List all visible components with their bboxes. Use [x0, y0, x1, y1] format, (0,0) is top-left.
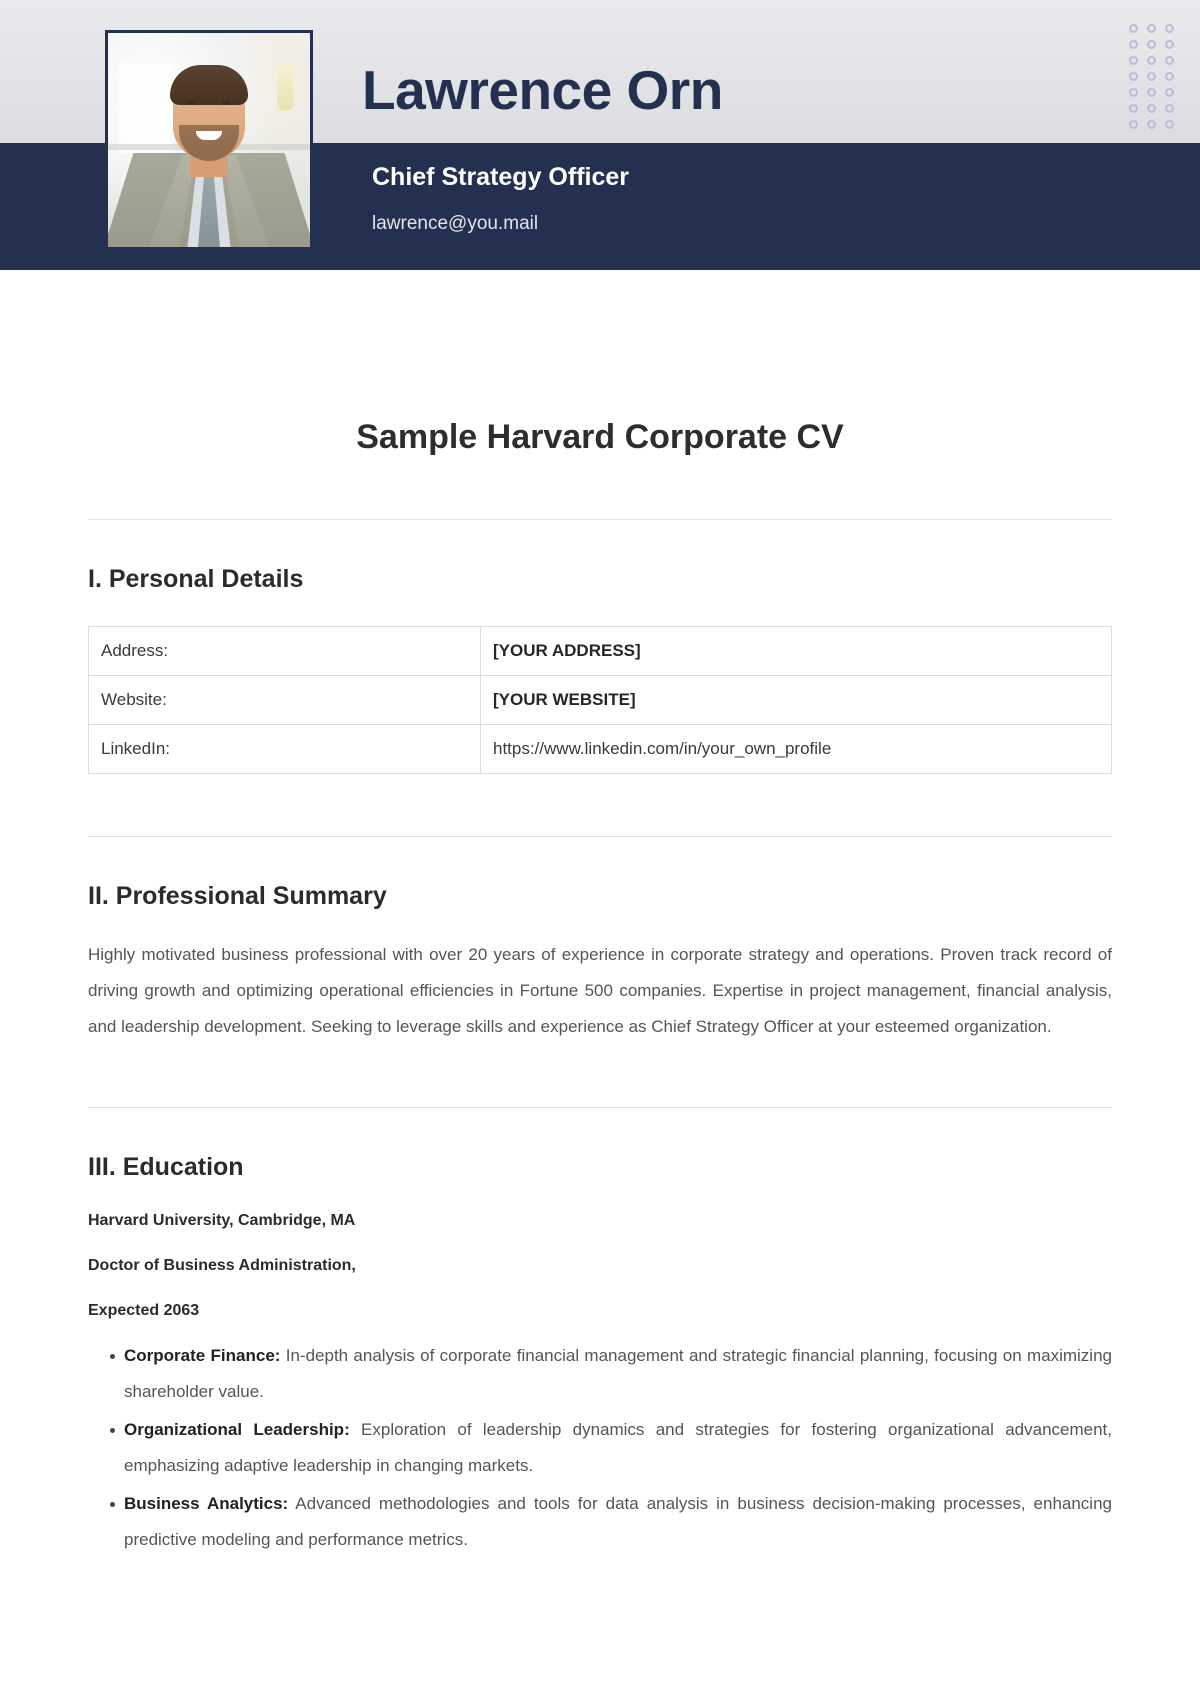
- dot-icon: [1146, 103, 1156, 113]
- profile-photo: [105, 30, 313, 250]
- photo-vase-decor: [277, 63, 293, 111]
- dot-icon: [1146, 119, 1156, 129]
- education-course-list: Corporate Finance: In-depth analysis of …: [88, 1338, 1112, 1558]
- dot-icon: [1146, 23, 1156, 33]
- dot-icon: [1164, 119, 1174, 129]
- photo-eye-left: [187, 101, 195, 105]
- detail-label: Address:: [88, 626, 481, 676]
- divider: [88, 1107, 1112, 1108]
- dot-icon: [1164, 87, 1174, 97]
- dot-icon: [1164, 71, 1174, 81]
- education-institution: Harvard University, Cambridge, MA: [88, 1212, 356, 1229]
- education-degree: Doctor of Business Administration,: [88, 1257, 356, 1274]
- page-title: Sample Harvard Corporate CV: [356, 418, 844, 456]
- table-row: Website: [YOUR WEBSITE]: [88, 675, 1112, 725]
- candidate-name: Lawrence Orn: [362, 59, 723, 121]
- dot-icon: [1128, 39, 1138, 49]
- dot-icon: [1146, 71, 1156, 81]
- divider: [88, 836, 1112, 837]
- detail-value: [YOUR WEBSITE]: [480, 675, 1112, 725]
- detail-label: Website:: [88, 675, 481, 725]
- detail-label: LinkedIn:: [88, 724, 481, 774]
- dot-icon: [1128, 71, 1138, 81]
- dot-icon: [1164, 103, 1174, 113]
- personal-details-body: Address: [YOUR ADDRESS] Website: [YOUR WEBS…: [88, 626, 1112, 774]
- detail-value: [YOUR ADDRESS]: [480, 626, 1112, 676]
- personal-details-table: Address: [YOUR ADDRESS] Website: [YOUR WEBS…: [88, 626, 1112, 774]
- dot-icon: [1164, 55, 1174, 65]
- photo-hair: [170, 65, 248, 105]
- table-row: Address: [YOUR ADDRESS]: [88, 626, 1112, 676]
- dot-icon: [1146, 87, 1156, 97]
- education-expected-year: Expected 2063: [88, 1302, 200, 1319]
- candidate-email: lawrence@you.mail: [372, 213, 539, 234]
- section-heading-professional-summary: II. Professional Summary: [88, 882, 387, 910]
- table-row: LinkedIn: https://www.linkedin.com/in/you…: [88, 724, 1112, 774]
- list-item: Corporate Finance: In-depth analysis of …: [110, 1338, 1112, 1410]
- dot-icon: [1128, 55, 1138, 65]
- dot-icon: [1128, 23, 1138, 33]
- detail-value: https://www.linkedin.com/in/your_own_pro…: [480, 724, 1112, 774]
- cv-document: Sample Harvard Corporate CV I. Personal …: [0, 418, 1200, 1558]
- list-item: Business Analytics: Advanced methodologi…: [110, 1486, 1112, 1558]
- course-name: Business Analytics:: [124, 1494, 289, 1513]
- dot-icon: [1164, 23, 1174, 33]
- dot-icon: [1128, 103, 1138, 113]
- dot-icon: [1128, 87, 1138, 97]
- dot-icon: [1164, 39, 1174, 49]
- candidate-role: Chief Strategy Officer: [372, 163, 630, 191]
- list-item: Organizational Leadership: Exploration o…: [110, 1412, 1112, 1484]
- divider: [88, 519, 1112, 520]
- section-heading-education: III. Education: [88, 1153, 244, 1181]
- course-name: Organizational Leadership:: [124, 1420, 350, 1439]
- section-heading-personal-details: I. Personal Details: [88, 565, 304, 593]
- dot-pattern-decoration: [1124, 20, 1178, 132]
- photo-eye-right: [222, 101, 230, 105]
- dot-icon: [1146, 55, 1156, 65]
- cv-header: Lawrence Orn Chief Strategy Officer lawr…: [0, 0, 1200, 270]
- course-name: Corporate Finance:: [124, 1346, 281, 1365]
- dot-icon: [1128, 119, 1138, 129]
- dot-icon: [1146, 39, 1156, 49]
- photo-window-decor: [118, 63, 172, 153]
- professional-summary-text: Highly motivated business professional w…: [88, 945, 1112, 1036]
